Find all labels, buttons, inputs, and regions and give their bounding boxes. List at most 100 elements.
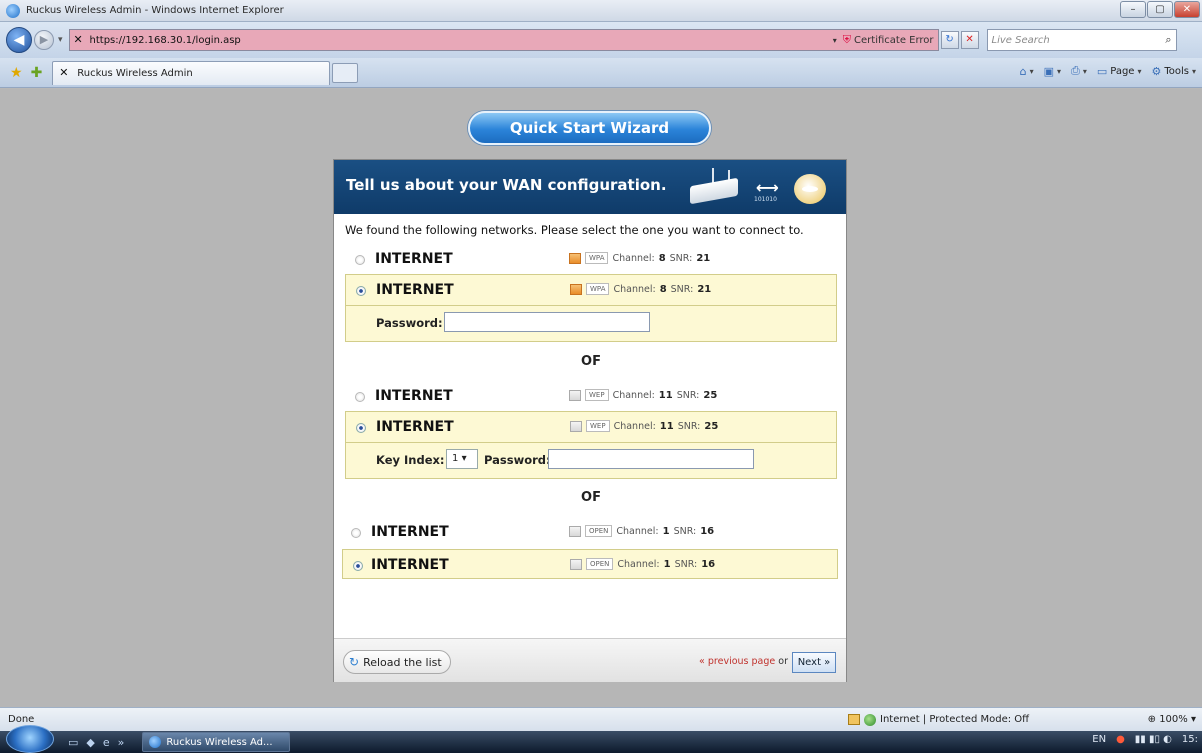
stop-button[interactable]: ✕ (960, 31, 979, 49)
status-bar: Done Internet | Protected Mode: Off ⊕ 10… (0, 707, 1202, 731)
tools-menu[interactable]: ⚙ Tools ▾ (1151, 65, 1196, 78)
reload-list-button[interactable]: ↻ Reload the list (343, 650, 451, 674)
wep-password-input[interactable] (548, 449, 754, 469)
shield-warning-icon: ⛨ (842, 33, 852, 46)
add-favorites-icon[interactable]: ✚ (31, 65, 43, 81)
wan-config-panel: Tell us about your WAN configuration. ⟷ … (333, 159, 847, 682)
channel-value: 1 (662, 525, 670, 537)
protected-mode-icon (848, 714, 860, 725)
search-icon[interactable]: ⌕ (1165, 33, 1171, 47)
ie-quicklaunch-icon[interactable]: e (103, 736, 110, 749)
search-input[interactable]: Live Search ⌕ (986, 29, 1177, 51)
network-row-selected[interactable]: INTERNET WEP Channel: 11 SNR: 25 (345, 411, 837, 443)
zoom-dropdown-icon: ▾ (1190, 714, 1196, 725)
snr-label: SNR: (676, 389, 700, 401)
lock-icon (569, 389, 581, 401)
snr-label: SNR: (674, 558, 698, 570)
print-button[interactable]: ⎙ ▾ (1071, 64, 1087, 78)
network-row[interactable]: INTERNET WEP Channel: 11 SNR: 25 (345, 381, 837, 413)
network-radio[interactable] (355, 255, 365, 265)
snr-label: SNR: (677, 420, 701, 432)
tab-ruckus-admin[interactable]: ✕ Ruckus Wireless Admin (52, 60, 331, 85)
tray-icons[interactable]: ▮▮ ▮▯ ◐ (1135, 734, 1172, 745)
network-row[interactable]: INTERNET OPEN Channel: 1 SNR: 16 (345, 517, 837, 549)
network-ssid: INTERNET (375, 251, 453, 267)
globe-icon (864, 713, 876, 726)
network-ssid: INTERNET (371, 557, 449, 573)
network-row[interactable]: INTERNET WPA Channel: 8 SNR: 21 (345, 244, 837, 276)
network-radio[interactable] (351, 528, 361, 538)
security-badge: WPA (585, 252, 609, 264)
wpa-password-input[interactable] (444, 312, 650, 332)
network-meta: WPA Channel: 8 SNR: 21 (569, 252, 710, 264)
clock[interactable]: 15: (1182, 734, 1198, 745)
network-radio[interactable] (356, 286, 366, 296)
network-row-selected[interactable]: INTERNET OPEN Channel: 1 SNR: 16 (342, 549, 838, 579)
command-bar: ⌂ ▾ ▣ ▾ ⎙ ▾ ▭ Page ▾ ⚙ Tools ▾ (1020, 64, 1196, 78)
minimize-button[interactable]: – (1120, 1, 1146, 18)
tools-dropdown-icon: ▾ (1191, 66, 1196, 76)
certificate-error-button[interactable]: ⛨ Certificate Error (843, 33, 934, 47)
start-button[interactable] (6, 725, 54, 753)
switch-windows-icon[interactable]: ◆ (86, 736, 94, 749)
security-badge: OPEN (586, 558, 614, 570)
security-zone[interactable]: Internet | Protected Mode: Off (848, 713, 1030, 726)
network-row-selected[interactable]: INTERNET WPA Channel: 8 SNR: 21 (345, 274, 837, 306)
lock-icon (569, 252, 581, 264)
quick-launch: ▭ ◆ e » (68, 736, 124, 749)
network-ssid: INTERNET (371, 524, 449, 540)
channel-value: 11 (658, 389, 673, 401)
channel-value: 1 (663, 558, 671, 570)
channel-label: Channel: (613, 283, 656, 295)
refresh-icon: ↻ (349, 655, 360, 669)
tray-app-icon[interactable]: ● (1116, 734, 1125, 745)
network-ssid: INTERNET (376, 282, 454, 298)
taskbar-ie-window[interactable]: Ruckus Wireless Ad... (142, 732, 291, 752)
ruckus-favicon-icon: ✕ (73, 33, 83, 46)
network-radio[interactable] (353, 561, 363, 571)
system-tray: EN ● ▮▮ ▮▯ ◐ 15: (1092, 734, 1198, 745)
password-label: Password: (484, 453, 551, 467)
refresh-button[interactable]: ↻ (940, 31, 959, 49)
lock-icon (570, 420, 582, 432)
page-menu[interactable]: ▭ Page ▾ (1097, 65, 1142, 78)
forward-button[interactable]: ▶ (34, 30, 54, 50)
key-index-select[interactable]: 1 ▾ (446, 449, 478, 469)
panel-header: Tell us about your WAN configuration. ⟷ … (334, 160, 846, 214)
network-devices-illustration: ⟷ 101010 (678, 164, 838, 210)
show-desktop-icon[interactable]: ▭ (68, 736, 78, 749)
back-button[interactable]: ◀ (6, 27, 32, 53)
window-title: Ruckus Wireless Admin - Windows Internet… (26, 5, 284, 16)
url-text[interactable]: https://192.168.30.1/login.asp (90, 35, 833, 46)
wpa-password-row: Password: (345, 306, 837, 342)
recent-pages-dropdown[interactable]: ▾ (58, 35, 63, 45)
next-button[interactable]: Next » (792, 652, 836, 673)
address-bar[interactable]: ✕ https://192.168.30.1/login.asp ▾ ⛨ Cer… (68, 29, 939, 51)
zone-label: Internet | Protected Mode: Off (880, 714, 1030, 725)
favorites-star-icon[interactable]: ★ (10, 65, 23, 81)
network-meta: WPA Channel: 8 SNR: 21 (570, 283, 711, 295)
channel-value: 11 (659, 420, 674, 432)
router-icon (690, 177, 738, 205)
maximize-button[interactable]: ▢ (1147, 1, 1173, 18)
zoom-level[interactable]: ⊕ 100% ▾ (1148, 714, 1196, 725)
previous-page-link[interactable]: « previous page (699, 656, 775, 667)
network-radio[interactable] (355, 392, 365, 402)
home-button[interactable]: ⌂ ▾ (1020, 65, 1034, 78)
network-radio[interactable] (356, 423, 366, 433)
ie-icon (149, 736, 162, 748)
channel-label: Channel: (612, 389, 655, 401)
taskbar: ▭ ◆ e » Ruckus Wireless Ad... EN ● ▮▮ ▮▯… (0, 725, 1202, 753)
quick-launch-chevron-icon[interactable]: » (118, 736, 125, 749)
panel-heading: Tell us about your WAN configuration. (346, 176, 667, 194)
feeds-button[interactable]: ▣ ▾ (1044, 65, 1061, 78)
snr-label: SNR: (670, 283, 694, 295)
home-dropdown-icon: ▾ (1029, 66, 1034, 76)
tab-toolbar: ★ ✚ ✕ Ruckus Wireless Admin ⌂ ▾ ▣ ▾ ⎙ ▾ ▭ Pa… (0, 58, 1202, 88)
language-indicator[interactable]: EN (1092, 734, 1106, 745)
home-icon: ⌂ (1019, 64, 1027, 78)
snr-value: 21 (697, 283, 712, 295)
address-dropdown-icon[interactable]: ▾ (833, 36, 837, 45)
new-tab-button[interactable] (332, 62, 359, 83)
close-button[interactable]: ✕ (1174, 1, 1200, 18)
